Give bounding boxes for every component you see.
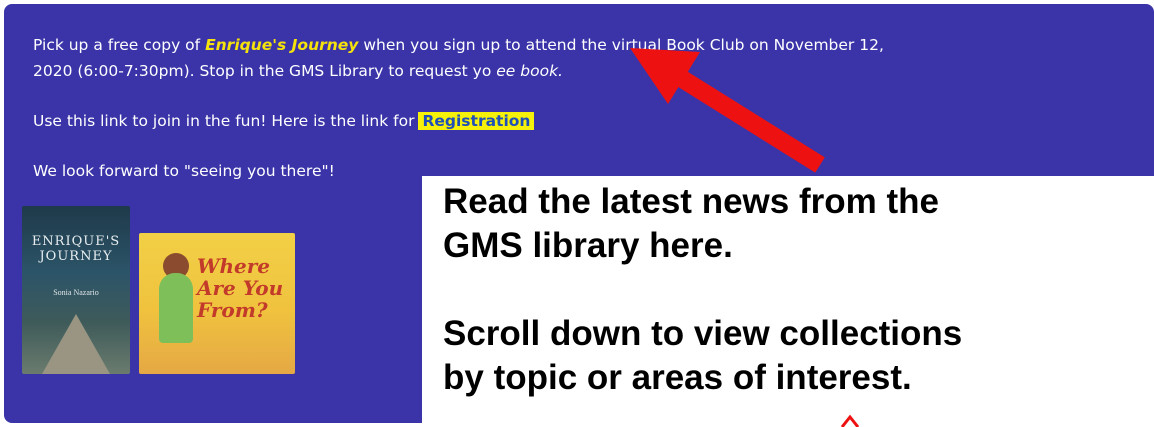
book1-author: Sonia Nazario bbox=[53, 288, 99, 297]
announcement-line-1: Pick up a free copy of Enrique's Journey… bbox=[33, 34, 884, 56]
girl-figure-graphic bbox=[159, 273, 193, 343]
overlay-text-line-1: Read the latest news from the bbox=[443, 182, 939, 221]
book1-title: ENRIQUE'S JOURNEY bbox=[31, 234, 121, 264]
book-cover-enriques-journey[interactable]: ENRIQUE'S JOURNEY Sonia Nazario bbox=[22, 206, 130, 374]
line2-italic: ee book. bbox=[496, 62, 563, 80]
book-cover-where-are-you-from[interactable]: Where Are You From? bbox=[139, 233, 295, 374]
line3-text: Use this link to join in the fun! Here i… bbox=[33, 112, 415, 130]
line2-text: 2020 (6:00-7:30pm). Stop in the GMS Libr… bbox=[33, 62, 492, 80]
line1-text-end: when you sign up to attend the virtual B… bbox=[358, 36, 884, 54]
announcement-line-3: Use this link to join in the fun! Here i… bbox=[33, 110, 535, 132]
line1-text: Pick up a free copy of bbox=[33, 36, 206, 54]
overlay-text-line-2: GMS library here. bbox=[443, 226, 733, 265]
book2-title: Where Are You From? bbox=[197, 254, 284, 322]
overlay-text-line-4: by topic or areas of interest. bbox=[443, 358, 912, 397]
book-title: Enrique's Journey bbox=[205, 36, 359, 54]
announcement-line-4: We look forward to "seeing you there"! bbox=[33, 162, 335, 180]
registration-link[interactable]: Registration bbox=[418, 112, 535, 130]
announcement-line-2: 2020 (6:00-7:30pm). Stop in the GMS Libr… bbox=[33, 60, 563, 82]
road-graphic bbox=[42, 314, 110, 374]
overlay-text-line-3: Scroll down to view collections bbox=[443, 314, 963, 353]
